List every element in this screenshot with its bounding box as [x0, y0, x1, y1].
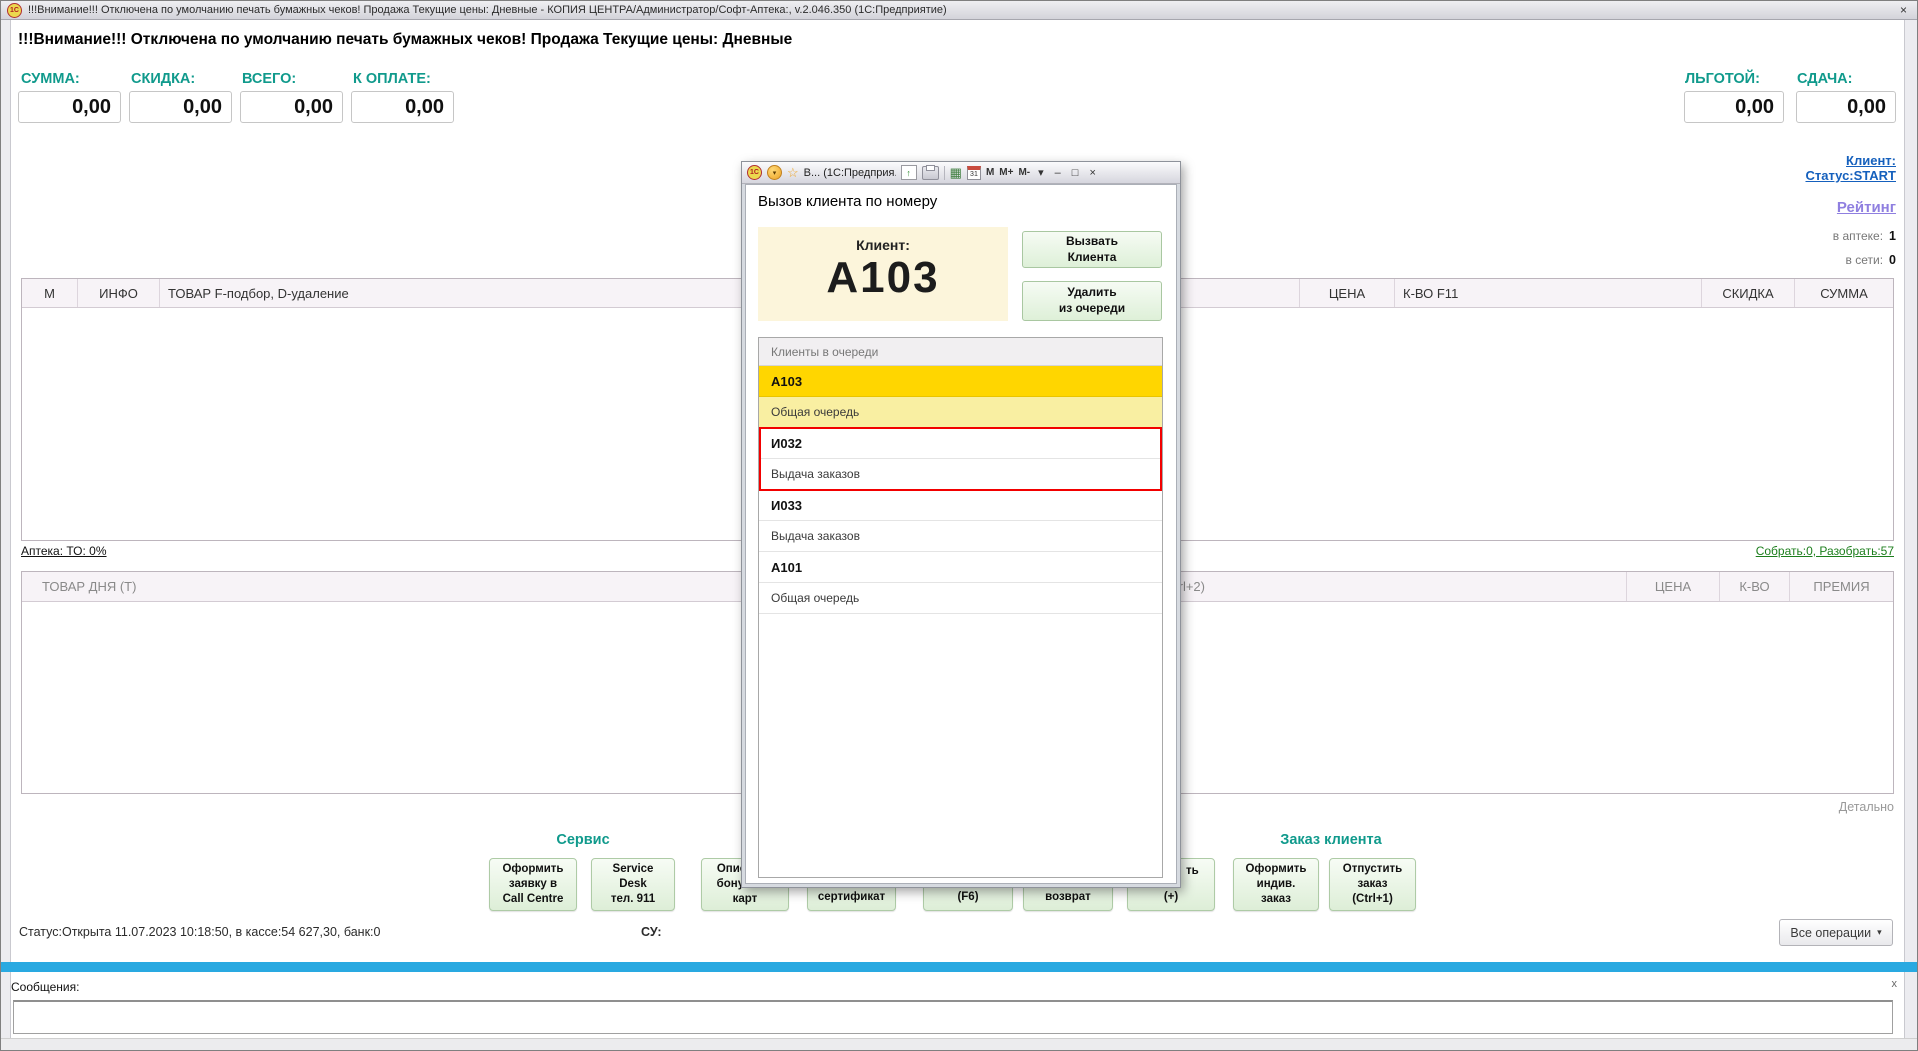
dialog-minimize-button[interactable]: –: [1052, 167, 1064, 179]
client-order-section-title: Заказ клиента: [1233, 832, 1429, 848]
queue-list-header: Клиенты в очереди: [759, 338, 1162, 366]
service-section-title: Сервис: [489, 832, 677, 848]
col-price: ЦЕНА: [1300, 279, 1395, 307]
chevron-down-icon: ▾: [1877, 927, 1882, 938]
privilege-label: ЛЬГОТОЙ:: [1685, 71, 1760, 87]
dialog-maximize-button[interactable]: □: [1069, 167, 1082, 179]
favorites-star-icon[interactable]: ☆: [787, 166, 799, 179]
su-label: СУ:: [641, 925, 662, 939]
window-close-button[interactable]: ×: [1896, 3, 1911, 17]
messages-label: Сообщения:: [11, 980, 79, 994]
related-products-title-fragment: trl+2): [1152, 572, 1627, 601]
related-col-bonus: ПРЕМИЯ: [1790, 572, 1893, 601]
system-menu-icon[interactable]: ▾: [767, 165, 782, 180]
call-client-button[interactable]: Вызвать Клиента: [1022, 231, 1162, 268]
col-qty: К-ВО F11: [1395, 279, 1702, 307]
calendar-icon[interactable]: 31: [967, 166, 981, 180]
queue-row-number[interactable]: А103: [759, 366, 1162, 397]
memory-m-button[interactable]: М: [986, 167, 994, 178]
related-col-qty: К-ВО: [1720, 572, 1790, 601]
service-desk-button[interactable]: Service Desk тел. 911: [591, 858, 675, 911]
memory-m-minus-button[interactable]: М-: [1018, 167, 1030, 178]
window-titlebar: 1С !!!Внимание!!! Отключена по умолчанию…: [1, 1, 1917, 20]
to-pay-value: 0,00: [351, 91, 454, 123]
collect-disassemble-link[interactable]: Собрать:0, Разобрать:57: [1494, 544, 1894, 558]
queue-row-line[interactable]: Выдача заказов: [759, 459, 1162, 490]
queue-list[interactable]: Клиенты в очереди А103 Общая очередь И03…: [758, 337, 1163, 878]
1c-logo-icon: 1С: [7, 3, 22, 18]
pharmacy-status-link[interactable]: Аптека: ТО: 0%: [21, 544, 107, 558]
save-icon[interactable]: ↑: [901, 165, 917, 180]
individual-order-button[interactable]: Оформить индив. заказ: [1233, 858, 1319, 911]
privilege-value: 0,00: [1684, 91, 1784, 123]
total-value: 0,00: [240, 91, 343, 123]
to-pay-label: К ОПЛАТЕ:: [353, 71, 431, 87]
related-products-table[interactable]: trl+2) ЦЕНА К-ВО ПРЕМИЯ: [1151, 571, 1894, 794]
dialog-content: Вызов клиента по номеру Клиент: А103 Выз…: [745, 184, 1177, 884]
1c-logo-icon: 1С: [747, 165, 762, 180]
all-operations-label: Все операции: [1790, 926, 1871, 940]
calculator-icon[interactable]: ▦: [950, 165, 962, 181]
sum-value: 0,00: [18, 91, 121, 123]
change-value: 0,00: [1796, 91, 1896, 123]
queue-row-line[interactable]: Общая очередь: [759, 583, 1162, 614]
window-title: !!!Внимание!!! Отключена по умолчанию пе…: [28, 4, 1890, 16]
detail-label[interactable]: Детально: [1694, 800, 1894, 814]
call-centre-request-button[interactable]: Оформить заявку в Call Centre: [489, 858, 577, 911]
rating-link[interactable]: Рейтинг: [1651, 199, 1896, 216]
print-icon[interactable]: [922, 166, 939, 180]
messages-close-icon[interactable]: х: [1892, 978, 1898, 990]
dialog-heading: Вызов клиента по номеру: [758, 193, 937, 210]
sum-label: СУММА:: [21, 71, 80, 87]
queue-row-line[interactable]: Выдача заказов: [759, 521, 1162, 552]
remove-from-queue-button[interactable]: Удалить из очереди: [1022, 281, 1162, 321]
in-network-value: 0: [1889, 253, 1896, 267]
change-label: СДАЧА:: [1797, 71, 1852, 87]
in-network-row: в сети: 0: [1651, 253, 1896, 267]
queue-row-number[interactable]: А101: [759, 552, 1162, 583]
release-order-button[interactable]: Отпустить заказ (Ctrl+1): [1329, 858, 1416, 911]
warning-message: !!!Внимание!!! Отключена по умолчанию пе…: [18, 31, 792, 49]
queue-row-line[interactable]: Общая очередь: [759, 397, 1162, 428]
dialog-titlebar[interactable]: 1С ▾ ☆ В... (1С:Предприя. ↑ ▦ 31 М М+ М-…: [742, 162, 1180, 184]
discount-label: СКИДКА:: [131, 71, 195, 87]
in-pharmacy-row: в аптеке: 1: [1651, 229, 1896, 243]
queue-row-number[interactable]: И032: [759, 428, 1162, 459]
in-network-label: в сети:: [1846, 253, 1884, 267]
cash-status-text: Статус:Открыта 11.07.2023 10:18:50, в ка…: [19, 925, 380, 939]
all-operations-button[interactable]: Все операции ▾: [1779, 919, 1893, 946]
col-m: М: [22, 279, 78, 307]
related-products-header: trl+2) ЦЕНА К-ВО ПРЕМИЯ: [1152, 572, 1893, 602]
related-col-price: ЦЕНА: [1627, 572, 1720, 601]
in-pharmacy-value: 1: [1889, 229, 1896, 243]
total-label: ВСЕГО:: [242, 71, 296, 87]
col-info: ИНФО: [78, 279, 160, 307]
pos-window: 1С !!!Внимание!!! Отключена по умолчанию…: [0, 0, 1918, 1051]
current-client-panel: Клиент: А103: [758, 227, 1008, 321]
dialog-title: В... (1С:Предприя.: [804, 167, 896, 179]
messages-divider-bar: [1, 962, 1917, 972]
in-pharmacy-label: в аптеке:: [1833, 229, 1883, 243]
client-call-dialog: 1С ▾ ☆ В... (1С:Предприя. ↑ ▦ 31 М М+ М-…: [741, 161, 1181, 888]
bottom-strip: [1, 1038, 1917, 1051]
client-label: Клиент:: [758, 237, 1008, 253]
left-window-edge: [1, 20, 11, 1050]
col-discount: СКИДКА: [1702, 279, 1795, 307]
client-number: А103: [758, 253, 1008, 303]
right-scrollbar-strip[interactable]: [1904, 20, 1917, 1050]
plus-button-label-fragment: ть: [1186, 865, 1199, 877]
queue-row-number[interactable]: И033: [759, 490, 1162, 521]
col-sum: СУММА: [1795, 279, 1893, 307]
status-start-link[interactable]: Статус:START: [1651, 168, 1896, 183]
client-link[interactable]: Клиент:: [1651, 153, 1896, 168]
titlebar-separator: [944, 166, 945, 180]
messages-box[interactable]: [13, 1000, 1893, 1034]
dialog-close-button[interactable]: ×: [1086, 167, 1098, 179]
discount-value: 0,00: [129, 91, 232, 123]
memory-m-plus-button[interactable]: М+: [999, 167, 1013, 178]
overflow-caret-icon[interactable]: ▾: [1035, 166, 1047, 179]
